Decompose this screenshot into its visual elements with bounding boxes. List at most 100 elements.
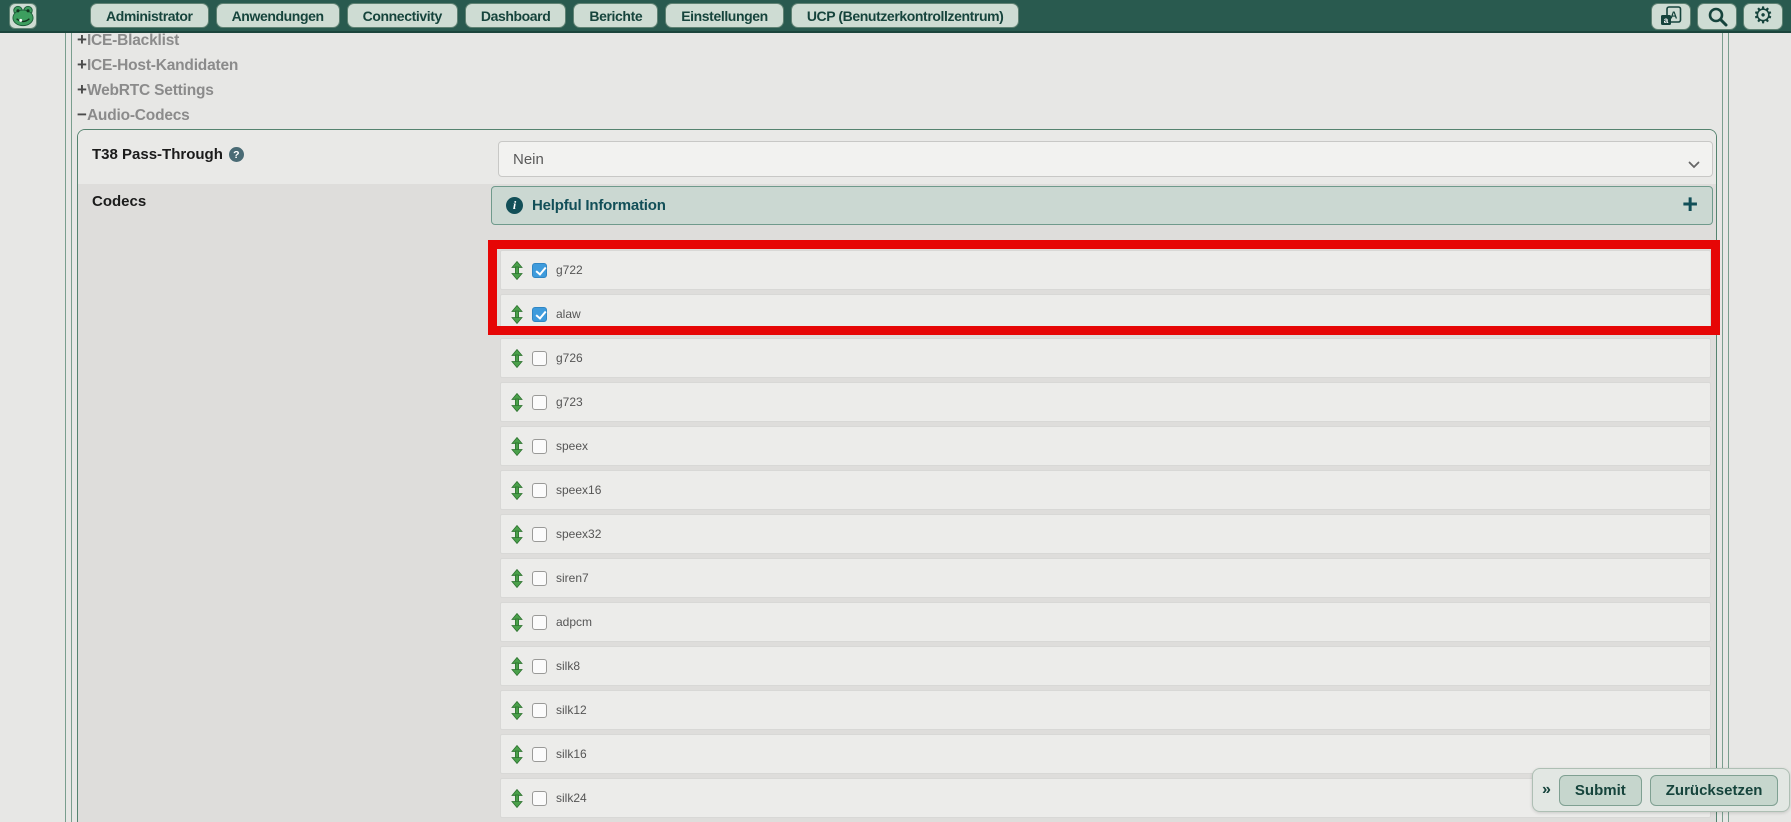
codec-checkbox[interactable] — [532, 483, 547, 498]
drag-handle-icon[interactable] — [511, 701, 523, 720]
t38-passthrough-row: T38 Pass-Through ? Nein — [78, 130, 1716, 184]
reset-button[interactable]: Zurücksetzen — [1650, 775, 1779, 806]
container-border-left-outer — [65, 33, 66, 822]
codec-checkbox[interactable] — [532, 703, 547, 718]
codec-row: silk8 — [500, 646, 1711, 686]
container-border-left-inner — [71, 33, 72, 822]
nav-menu-button[interactable]: Connectivity — [347, 3, 458, 28]
codec-row: speex32 — [500, 514, 1711, 554]
language-button[interactable]: A a — [1651, 3, 1691, 30]
codec-checkbox[interactable] — [532, 395, 547, 410]
drag-handle-icon[interactable] — [511, 525, 523, 544]
codec-name: siren7 — [556, 571, 589, 585]
nav-menu-button[interactable]: Berichte — [573, 3, 658, 28]
drag-handle-icon[interactable] — [511, 657, 523, 676]
drag-handle-icon[interactable] — [511, 481, 523, 500]
toolbar-expand-button[interactable]: » — [1542, 781, 1551, 799]
codec-checkbox[interactable] — [532, 571, 547, 586]
section-header[interactable]: +WebRTC Settings — [77, 78, 238, 103]
drag-handle-icon[interactable] — [511, 437, 523, 456]
pbx-frog-logo[interactable] — [9, 3, 37, 29]
codec-checkbox[interactable] — [532, 791, 547, 806]
drag-handle-icon[interactable] — [511, 569, 523, 588]
svg-text:a: a — [1664, 16, 1669, 25]
main-nav: Administrator Anwendungen Connectivity Dash… — [90, 3, 1019, 28]
t38-selected-value: Nein — [513, 151, 544, 168]
section-title: ICE-Blacklist — [87, 32, 179, 49]
codec-checkbox[interactable] — [532, 351, 547, 366]
codecs-label-text: Codecs — [92, 193, 146, 210]
codec-name: speex16 — [556, 483, 601, 497]
audio-codecs-panel: T38 Pass-Through ? Nein Codecs i Helpful… — [77, 129, 1717, 822]
codec-checkbox[interactable] — [532, 747, 547, 762]
section-title: WebRTC Settings — [87, 82, 214, 99]
codec-name: silk24 — [556, 791, 587, 805]
codec-name: silk16 — [556, 747, 587, 761]
drag-handle-icon[interactable] — [511, 393, 523, 412]
drag-handle-icon[interactable] — [511, 305, 523, 324]
codec-checkbox[interactable] — [532, 439, 547, 454]
codec-row: g723 — [500, 382, 1711, 422]
settings-button[interactable]: ⚙ — [1743, 3, 1783, 30]
codec-row: silk16 — [500, 734, 1711, 774]
container-border-right-outer — [1728, 33, 1729, 822]
codec-row: speex16 — [500, 470, 1711, 510]
codec-name: g722 — [556, 263, 583, 277]
codec-name: silk12 — [556, 703, 587, 717]
section-title: Audio-Codecs — [87, 107, 190, 124]
settings-section-list: +ICE-Blacklist +ICE-Host-Kandidaten +Web… — [77, 28, 238, 128]
section-header[interactable]: −Audio-Codecs — [77, 103, 238, 128]
action-toolbar: » Submit Zurücksetzen — [1532, 768, 1790, 812]
codec-name: alaw — [556, 307, 581, 321]
nav-menu-button[interactable]: Dashboard — [465, 3, 567, 28]
frog-icon — [11, 5, 35, 27]
gear-icon: ⚙ — [1753, 5, 1774, 28]
banner-expand-button[interactable]: + — [1682, 191, 1698, 221]
search-icon — [1707, 6, 1728, 27]
codec-checkbox[interactable] — [532, 615, 547, 630]
section-header[interactable]: +ICE-Host-Kandidaten — [77, 53, 238, 78]
drag-handle-icon[interactable] — [511, 745, 523, 764]
codec-name: speex32 — [556, 527, 601, 541]
codec-list: g722 alaw — [500, 250, 1711, 822]
nav-menu-button[interactable]: UCP (Benutzerkontrollzentrum) — [791, 3, 1020, 28]
helpful-information-banner[interactable]: i Helpful Information + — [491, 186, 1713, 225]
top-navbar: Administrator Anwendungen Connectivity Dash… — [0, 0, 1791, 33]
drag-handle-icon[interactable] — [511, 261, 523, 280]
expand-collapse-icon: + — [77, 55, 87, 74]
search-button[interactable] — [1697, 3, 1737, 30]
codec-checkbox[interactable] — [532, 527, 547, 542]
nav-menu-button[interactable]: Einstellungen — [665, 3, 784, 28]
codec-row: g722 — [500, 250, 1711, 290]
codec-row: g726 — [500, 338, 1711, 378]
codec-name: g726 — [556, 351, 583, 365]
codec-name: g723 — [556, 395, 583, 409]
expand-collapse-icon: + — [77, 80, 87, 99]
t38-passthrough-label: T38 Pass-Through ? — [92, 146, 244, 163]
codecs-label: Codecs — [92, 193, 146, 210]
codec-row: adpcm — [500, 602, 1711, 642]
chevron-down-icon — [1688, 156, 1700, 173]
submit-button[interactable]: Submit — [1559, 775, 1642, 806]
codecs-row: Codecs i Helpful Information + g722 — [78, 184, 1716, 822]
container-border-right-inner — [1722, 33, 1723, 822]
codec-row: alaw — [500, 294, 1711, 334]
expand-collapse-icon: − — [77, 105, 87, 124]
codec-checkbox[interactable] — [532, 263, 547, 278]
codec-checkbox[interactable] — [532, 307, 547, 322]
t38-passthrough-select[interactable]: Nein — [498, 141, 1713, 177]
codec-row: siren7 — [500, 558, 1711, 598]
codec-name: silk8 — [556, 659, 580, 673]
codec-name: speex — [556, 439, 588, 453]
codec-name: adpcm — [556, 615, 592, 629]
nav-menu-button[interactable]: Anwendungen — [216, 3, 340, 28]
drag-handle-icon[interactable] — [511, 789, 523, 808]
drag-handle-icon[interactable] — [511, 349, 523, 368]
nav-menu-button[interactable]: Administrator — [90, 3, 209, 28]
codec-row: silk12 — [500, 690, 1711, 730]
svg-text:A: A — [1670, 11, 1677, 22]
help-icon[interactable]: ? — [229, 147, 244, 162]
t38-label-text: T38 Pass-Through — [92, 146, 223, 163]
drag-handle-icon[interactable] — [511, 613, 523, 632]
codec-checkbox[interactable] — [532, 659, 547, 674]
